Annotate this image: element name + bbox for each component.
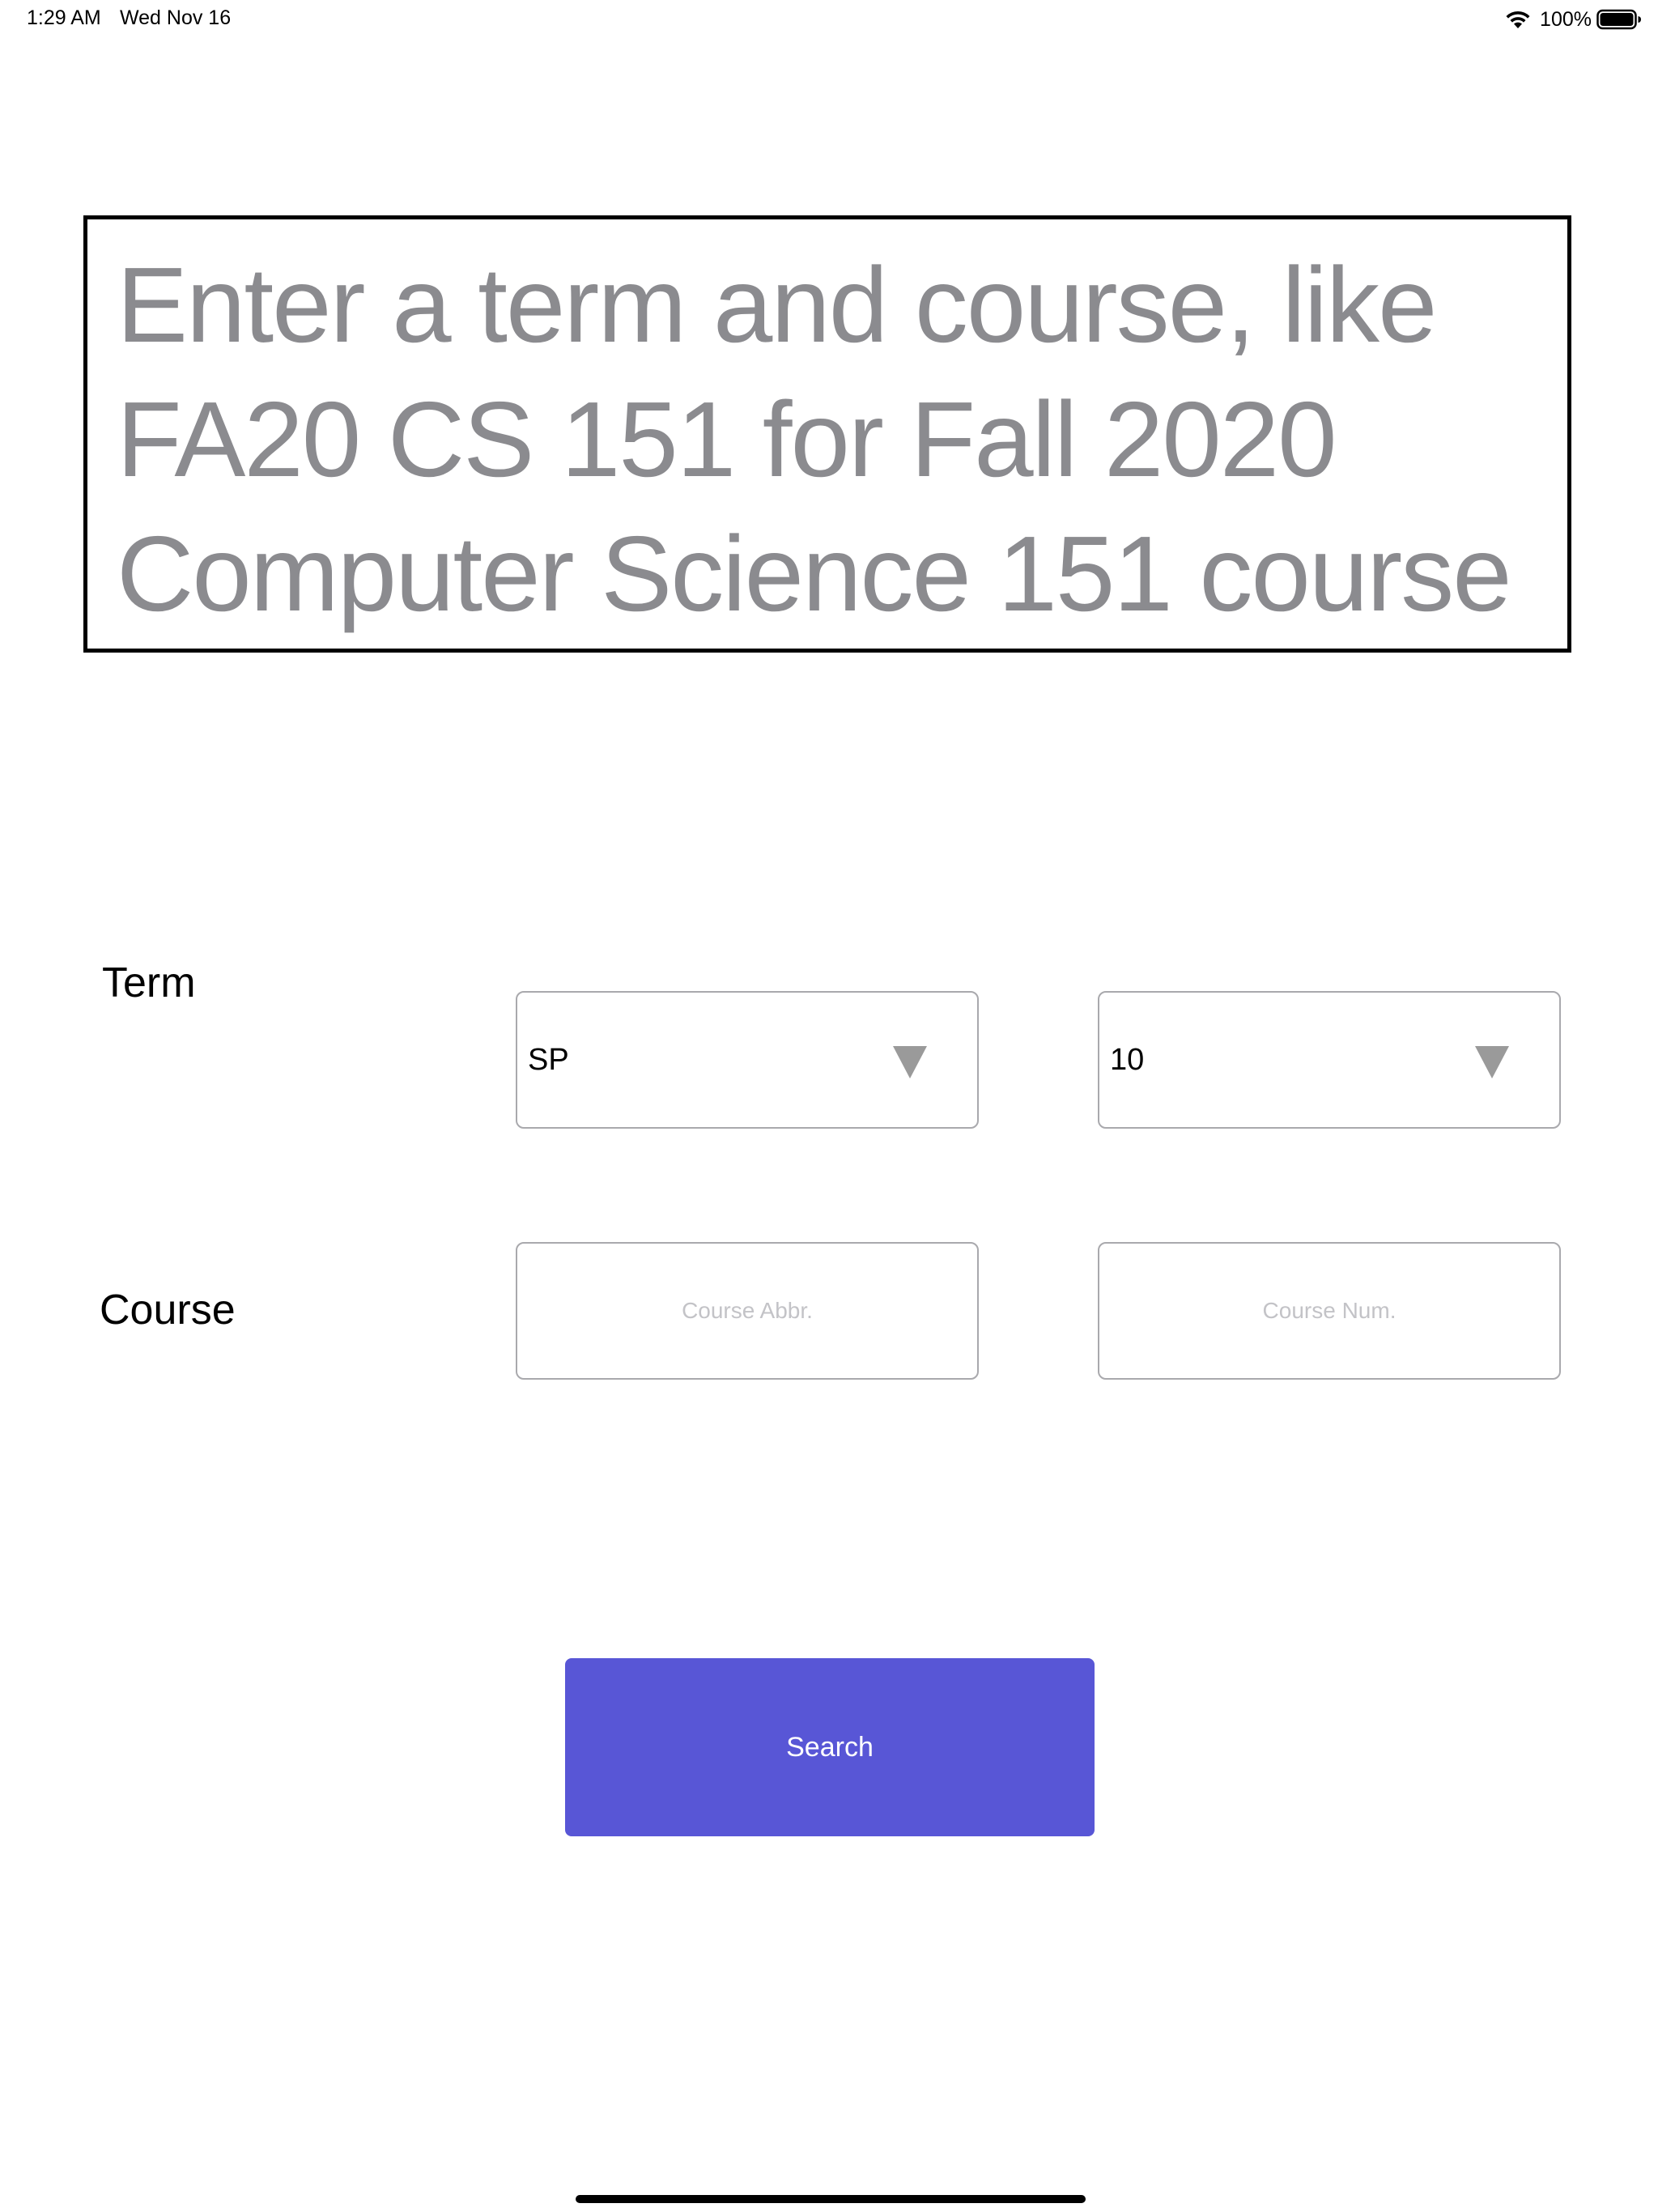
term-season-picker[interactable]: SP [516, 991, 979, 1129]
chevron-down-icon [1475, 1046, 1509, 1078]
chevron-down-icon [893, 1046, 927, 1078]
battery-icon [1596, 9, 1641, 30]
term-season-value: SP [528, 1042, 569, 1077]
instruction-box: Enter a term and course, like FA20 CS 15… [83, 215, 1571, 653]
course-abbr-input[interactable] [517, 1244, 977, 1378]
term-label: Term [102, 959, 196, 1006]
course-abbr-field[interactable] [516, 1242, 979, 1380]
status-time: 1:29 AM [27, 6, 101, 29]
course-label: Course [100, 1287, 236, 1334]
instruction-line-3: Computer Science 151 course [117, 514, 1512, 633]
search-button[interactable]: Search [565, 1658, 1095, 1836]
status-date: Wed Nov 16 [120, 6, 232, 29]
term-year-picker[interactable]: 10 [1098, 991, 1561, 1129]
app-screen: 1:29 AM Wed Nov 16 100% Enter a term and… [0, 0, 1658, 2212]
course-num-input[interactable] [1099, 1244, 1559, 1378]
instruction-line-2: FA20 CS 151 for Fall 2020 [117, 380, 1337, 499]
home-indicator[interactable] [576, 2195, 1086, 2203]
term-year-value: 10 [1110, 1042, 1145, 1077]
battery-percent: 100% [1540, 7, 1592, 31]
wifi-icon [1506, 11, 1530, 28]
instruction-line-1: Enter a term and course, like [117, 245, 1437, 364]
status-indicators: 100% [1504, 5, 1642, 34]
course-num-field[interactable] [1098, 1242, 1561, 1380]
